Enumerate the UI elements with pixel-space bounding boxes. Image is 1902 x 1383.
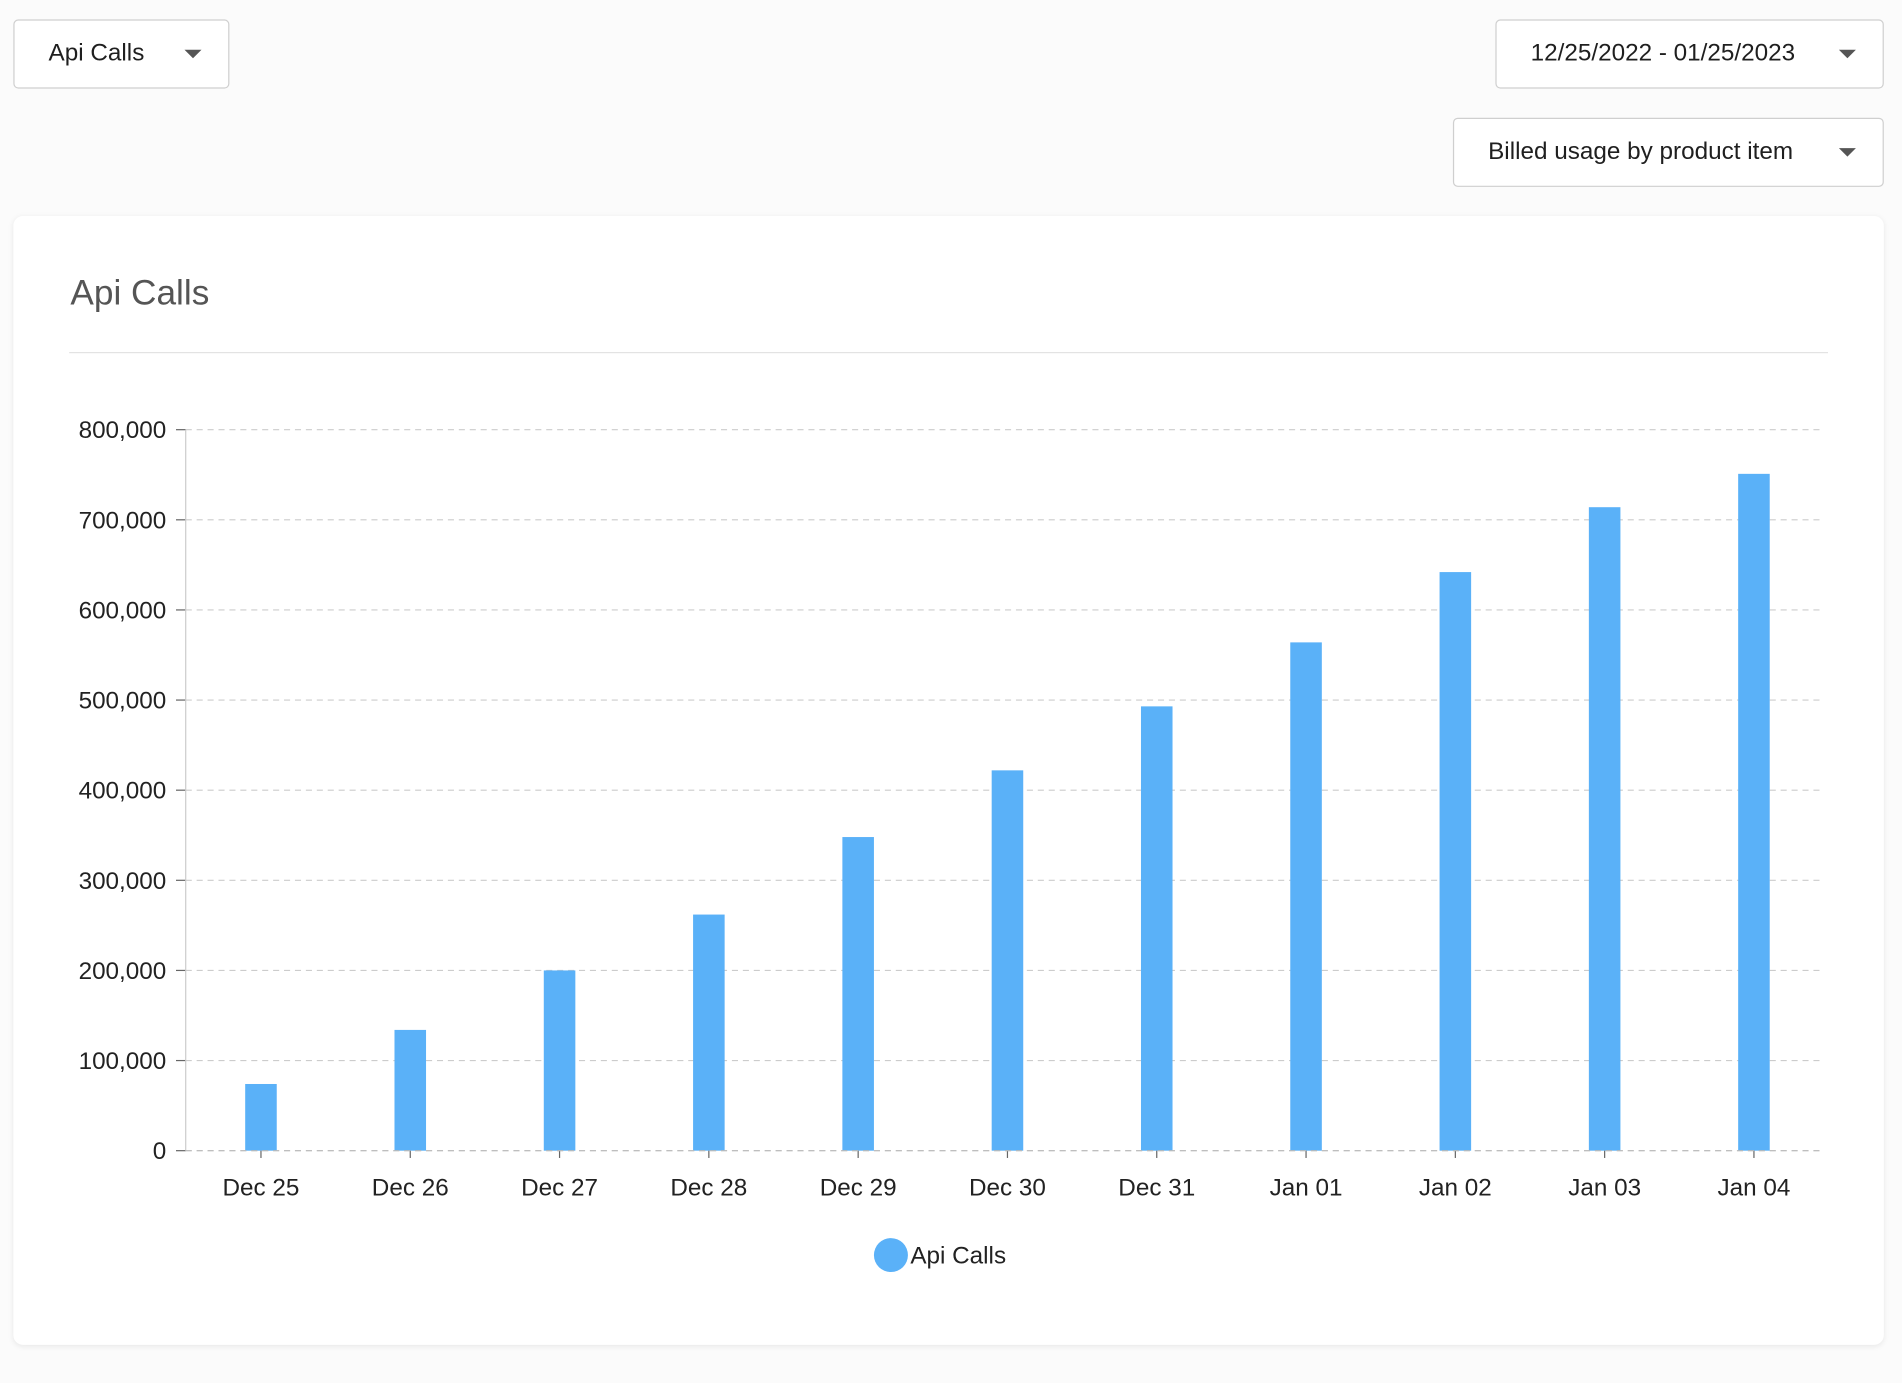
usage-type-value: Billed usage by product item <box>1488 138 1794 166</box>
bar <box>394 1029 427 1151</box>
x-tick-label: Jan 04 <box>1718 1175 1791 1202</box>
y-tick-label: 700,000 <box>79 507 167 534</box>
x-tick-label: Jan 02 <box>1419 1175 1492 1202</box>
bar <box>245 1083 277 1151</box>
bar-chart: 0 100,000 200,000 300,000 400,000 500,000 600,… <box>79 417 1825 1273</box>
chart-card: Api Calls 0 100,000 200,000 300,000 400,000 5… <box>13 216 1884 1345</box>
legend-label: Api Calls <box>910 1243 1006 1270</box>
y-tick-label: 500,000 <box>79 688 167 715</box>
bar <box>1439 572 1472 1151</box>
caret-down-icon <box>1838 148 1856 157</box>
bar <box>693 914 725 1151</box>
bar <box>1140 706 1173 1151</box>
caret-down-icon <box>184 49 202 59</box>
legend-marker <box>873 1238 908 1273</box>
y-tick-label: 400,000 <box>79 778 167 805</box>
bar <box>842 837 874 1151</box>
page: Api Calls 12/25/2022 - 01/25/2023 Billed… <box>0 0 1902 1383</box>
y-tick-label: 300,000 <box>79 868 167 895</box>
x-tick-label: Dec 29 <box>820 1175 897 1202</box>
x-tick-label: Dec 30 <box>969 1175 1046 1202</box>
x-tick-label: Dec 28 <box>670 1175 747 1202</box>
date-range-value: 12/25/2022 - 01/25/2023 <box>1530 40 1796 67</box>
bar <box>1738 473 1770 1151</box>
x-tick-label: Jan 03 <box>1568 1175 1641 1202</box>
bar <box>1290 642 1322 1151</box>
x-tick-label: Dec 27 <box>521 1175 598 1202</box>
bar <box>543 970 576 1151</box>
x-tick-label: Dec 25 <box>223 1175 300 1202</box>
y-tick-label: 100,000 <box>79 1048 167 1075</box>
y-tick-label: 800,000 <box>79 417 167 444</box>
y-tick-label: 600,000 <box>79 597 167 624</box>
bar <box>991 770 1024 1151</box>
usage-type-select[interactable]: Billed usage by product item <box>1452 117 1884 187</box>
y-tick-label: 0 <box>153 1138 166 1165</box>
caret-down-icon <box>1838 49 1856 59</box>
metric-select[interactable]: Api Calls <box>13 19 230 89</box>
x-tick-label: Dec 26 <box>372 1175 449 1202</box>
bar <box>1588 507 1621 1151</box>
x-tick-label: Jan 01 <box>1270 1175 1343 1202</box>
metric-select-value: Api Calls <box>48 40 145 67</box>
x-tick-label: Dec 31 <box>1118 1175 1195 1202</box>
y-tick-label: 200,000 <box>79 958 167 985</box>
date-range-picker[interactable]: 12/25/2022 - 01/25/2023 <box>1495 19 1884 89</box>
